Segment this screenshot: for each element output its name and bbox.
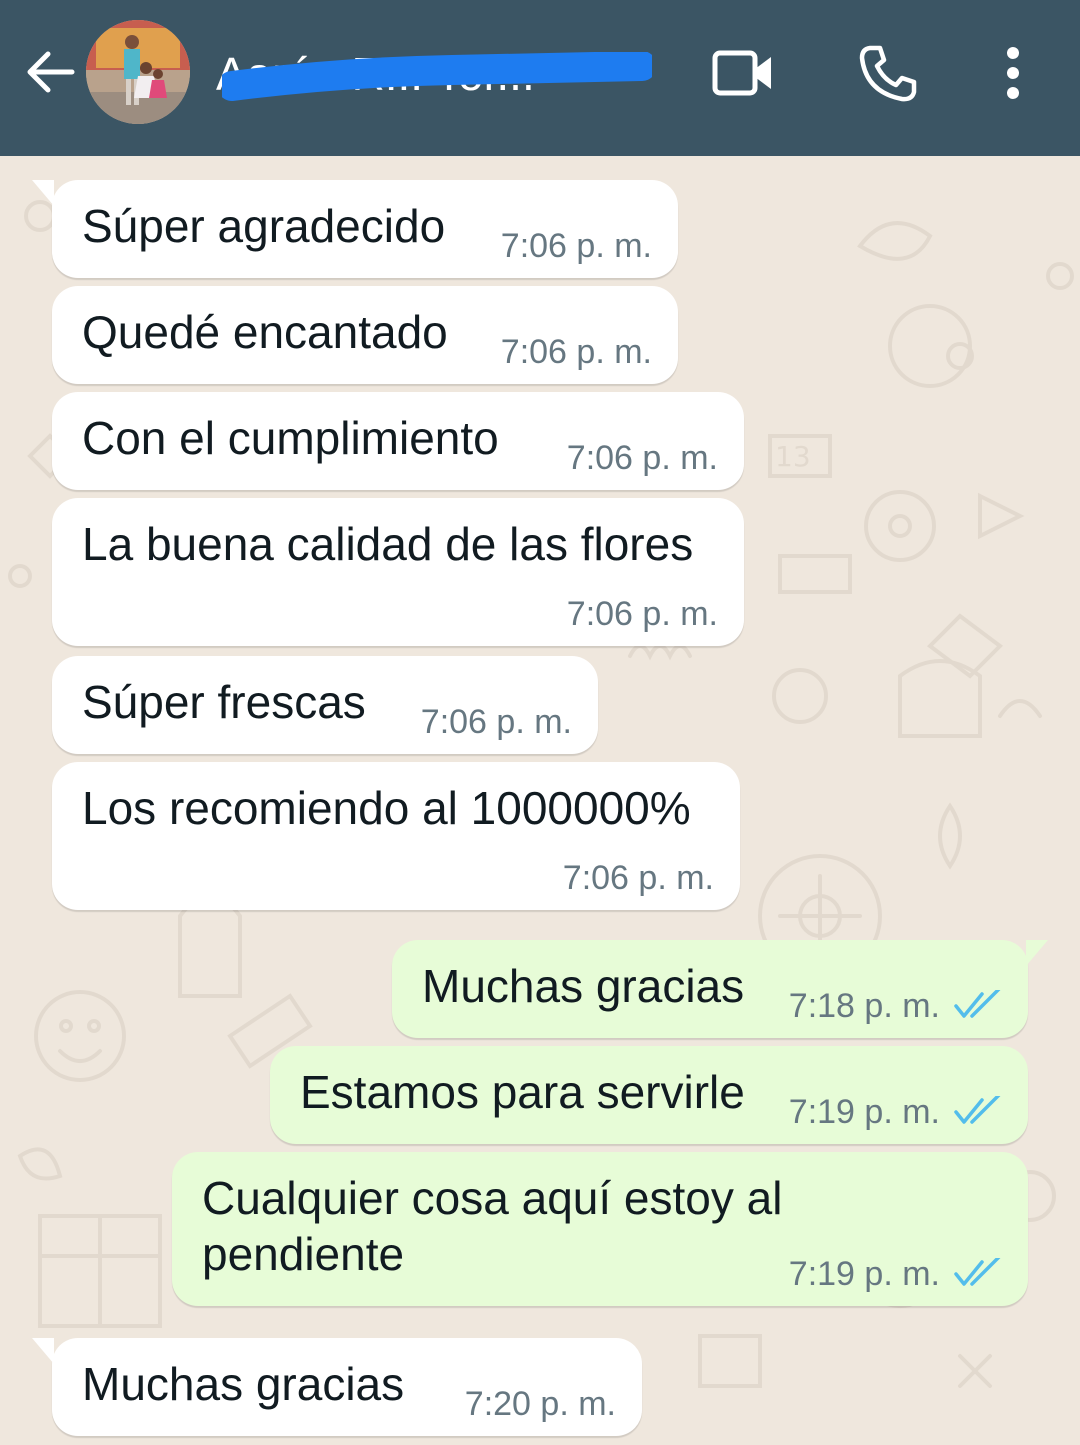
message-time: 7:06 p. m. (562, 859, 714, 897)
message-text: Muchas gracias (422, 960, 745, 1012)
message-time: 7:06 p. m. (420, 703, 572, 741)
message-text: Quedé encantado (82, 306, 448, 358)
message-time: 7:20 p. m. (464, 1385, 616, 1423)
message-time: 7:18 p. m. (788, 987, 940, 1025)
message-time: 7:06 p. m. (566, 595, 718, 633)
message-text: Súper agradecido (82, 200, 446, 252)
message-text: Muchas gracias (82, 1358, 405, 1410)
message-text: Con el cumplimiento (82, 412, 499, 464)
message-bubble-outgoing[interactable]: Cualquier cosa aquí estoy al pendiente 7… (172, 1152, 1028, 1306)
message-bubble-outgoing[interactable]: Estamos para servirle 7:19 p. m. (270, 1046, 1028, 1144)
message-bubble-incoming[interactable]: Quedé encantado 7:06 p. m. (52, 286, 678, 384)
video-camera-icon (712, 50, 771, 96)
message-bubble-outgoing[interactable]: Muchas gracias 7:18 p. m. (392, 940, 1048, 1038)
message-time: 7:06 p. m. (500, 227, 652, 265)
video-call-button[interactable] (708, 40, 778, 106)
redaction-scribble (222, 52, 652, 101)
message-text: La buena calidad de las flores (82, 518, 694, 570)
message-bubble-incoming[interactable]: Los recomiendo al 1000000% 7:06 p. m. (52, 762, 740, 910)
message-text: Súper frescas (82, 676, 366, 728)
message-text: Estamos para servirle (300, 1066, 745, 1118)
message-bubble-incoming[interactable]: Muchas gracias 7:20 p. m. (32, 1338, 642, 1436)
message-text-line-1: Cualquier cosa aquí estoy al (202, 1172, 783, 1224)
message-bubble-incoming[interactable]: Súper agradecido 7:06 p. m. (32, 180, 678, 278)
message-time: 7:06 p. m. (500, 333, 652, 371)
message-time: 7:06 p. m. (566, 439, 718, 477)
contact-avatar[interactable] (86, 20, 190, 124)
overflow-menu-button[interactable] (978, 40, 1048, 106)
message-bubble-incoming[interactable]: Súper frescas 7:06 p. m. (52, 656, 598, 754)
message-time: 7:19 p. m. (788, 1255, 940, 1293)
message-time: 7:19 p. m. (788, 1093, 940, 1131)
message-bubble-incoming[interactable]: Con el cumplimiento 7:06 p. m. (52, 392, 744, 490)
phone-icon (859, 45, 917, 102)
chat-header: Aarón R... Tor... (0, 0, 1080, 156)
message-text: Los recomiendo al 1000000% (82, 782, 691, 834)
back-button[interactable] (20, 40, 80, 104)
read-double-check-icon (954, 990, 1001, 1018)
message-list[interactable]: Súper agradecido 7:06 p. m. Quedé encant… (0, 156, 1080, 1445)
message-text-line-2: pendiente (202, 1228, 405, 1280)
more-vertical-icon (1007, 47, 1019, 99)
arrow-left-icon (27, 51, 75, 93)
read-double-check-icon (954, 1096, 1001, 1124)
read-double-check-icon (954, 1258, 1001, 1286)
contact-avatar-photo (86, 20, 190, 124)
voice-call-button[interactable] (852, 40, 922, 106)
message-bubble-incoming[interactable]: La buena calidad de las flores 7:06 p. m… (52, 498, 744, 646)
